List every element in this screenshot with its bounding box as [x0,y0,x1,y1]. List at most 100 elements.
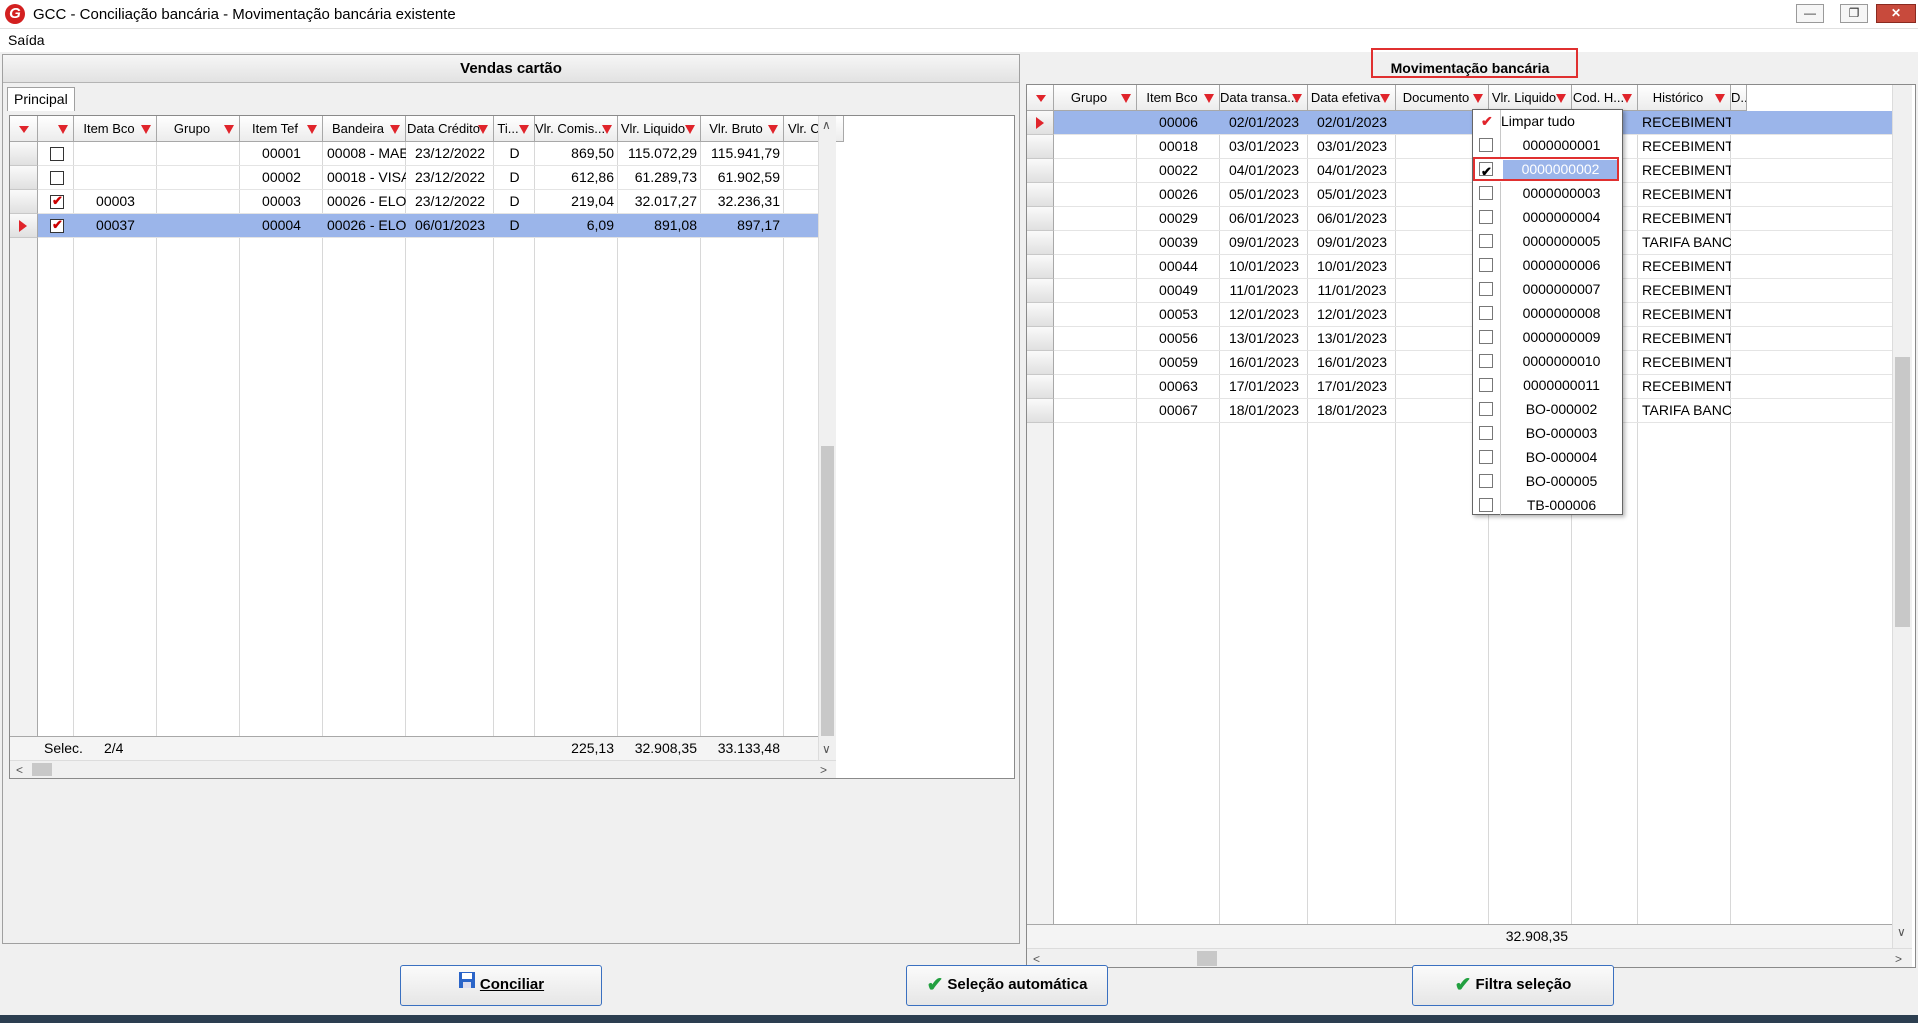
filter-option-checkbox[interactable] [1479,426,1493,440]
scroll-left-icon[interactable]: < [1033,952,1040,966]
filter-option[interactable]: 0000000008 [1473,302,1622,326]
column-header[interactable]: Grupo [1054,85,1137,111]
row-indicator[interactable] [1027,183,1054,207]
scroll-right-icon[interactable]: > [820,763,827,777]
column-header[interactable]: Item Bco [1137,85,1220,111]
scrollbar-thumb[interactable] [1197,951,1217,966]
filter-icon[interactable] [478,125,488,134]
filter-option-checkbox[interactable] [1479,354,1493,368]
filter-icon[interactable] [224,125,234,134]
restore-button[interactable]: ❐ [1840,4,1868,23]
row-indicator[interactable] [1027,327,1054,351]
row-indicator[interactable] [1027,279,1054,303]
filter-option[interactable]: 0000000003 [1473,182,1622,206]
filter-option[interactable]: BO-000005 [1473,470,1622,494]
tab-principal[interactable]: Principal [7,87,75,111]
column-header[interactable]: Vlr. Liquido [618,116,701,142]
row-indicator[interactable] [1027,207,1054,231]
filter-option-checkbox[interactable] [1479,450,1493,464]
filter-icon[interactable] [1622,94,1632,103]
filter-option-checkbox[interactable] [1479,378,1493,392]
column-header[interactable]: Grupo [157,116,240,142]
column-header[interactable]: Ti... [494,116,535,142]
row-indicator[interactable] [1027,255,1054,279]
row-indicator[interactable] [10,142,38,166]
row-indicator[interactable] [1027,303,1054,327]
column-header[interactable]: Vlr. Liquido [1489,85,1572,111]
filter-option[interactable]: 0000000005 [1473,230,1622,254]
filter-icon[interactable] [307,125,317,134]
filter-icon[interactable] [1556,94,1566,103]
row-indicator[interactable] [1027,351,1054,375]
vertical-scrollbar[interactable]: ∧ ∨ [818,116,836,760]
filter-option[interactable]: 0000000001 [1473,134,1622,158]
filter-option-checkbox[interactable] [1479,234,1493,248]
filter-icon[interactable] [685,125,695,134]
filter-option[interactable]: 0000000007 [1473,278,1622,302]
filter-option[interactable]: TB-000006 [1473,494,1622,518]
row-indicator[interactable] [1027,135,1054,159]
column-header[interactable]: Item Bco [74,116,157,142]
column-header[interactable]: Histórico [1638,85,1731,111]
filter-icon[interactable] [1380,94,1390,103]
filter-option[interactable]: 0000000010 [1473,350,1622,374]
table-row[interactable]: 00037 00004 00026 - ELO D... 06/01/2023 D 6,0… [38,214,820,238]
scroll-up-icon[interactable]: ∧ [822,118,831,132]
limpar-tudo-item[interactable]: ✔ Limpar tudo [1473,110,1622,134]
row-indicator[interactable] [1027,231,1054,255]
row-checkbox[interactable] [50,171,64,185]
row-indicator[interactable] [10,166,38,190]
scrollbar-thumb[interactable] [821,446,834,736]
filtra-selecao-button[interactable]: ✔ Filtra seleção [1412,965,1614,1006]
filter-option-checkbox[interactable] [1479,474,1493,488]
scrollbar-thumb[interactable] [1895,357,1910,627]
filter-option[interactable]: BO-000004 [1473,446,1622,470]
row-checkbox[interactable] [50,217,64,233]
filter-icon[interactable] [602,125,612,134]
row-indicator[interactable] [10,190,38,214]
table-row[interactable]: 00001 00008 - MAES... 23/12/2022 D 869,50 115… [38,142,820,166]
filter-option[interactable]: BO-000003 [1473,422,1622,446]
filter-option-checkbox[interactable] [1479,138,1493,152]
check-column-header[interactable] [38,116,74,142]
filter-option-checkbox[interactable] [1479,306,1493,320]
column-header[interactable]: Item Tef [240,116,323,142]
row-indicator[interactable] [10,214,38,238]
row-indicator[interactable] [1027,159,1054,183]
column-header-documento[interactable]: Documento [1396,85,1489,111]
filter-icon[interactable] [768,125,778,134]
row-checkbox[interactable] [50,193,64,209]
column-header[interactable]: Vlr. Comis... [535,116,618,142]
filter-option-checkbox[interactable] [1479,258,1493,272]
minimize-button[interactable]: — [1796,4,1824,23]
table-row[interactable]: 00003 00003 00026 - ELO D... 23/12/2022 D 219… [38,190,820,214]
menu-saida[interactable]: Saída [8,32,45,48]
filter-icon[interactable] [58,125,68,134]
conciliar-button[interactable]: Conciliar [400,965,602,1006]
column-header[interactable]: Data efetiva [1308,85,1396,111]
scroll-left-icon[interactable]: < [16,763,23,777]
select-all-header[interactable] [1027,85,1054,111]
row-indicator[interactable] [1027,111,1054,135]
scroll-right-icon[interactable]: > [1895,952,1902,966]
filter-option[interactable]: BO-000002 [1473,398,1622,422]
filter-option[interactable]: 0000000009 [1473,326,1622,350]
column-header[interactable]: Cod. H... [1572,85,1638,111]
scroll-down-icon[interactable]: ∨ [1897,925,1906,939]
column-header[interactable]: Bandeira [323,116,406,142]
column-header[interactable]: Vlr. Bruto [701,116,784,142]
row-indicator[interactable] [1027,375,1054,399]
filter-option-checkbox[interactable] [1479,210,1493,224]
table-row[interactable]: 00002 00018 - VISA ... 23/12/2022 D 612,86 61… [38,166,820,190]
filter-option-checkbox[interactable] [1479,498,1493,512]
active-filter-icon[interactable] [1473,94,1483,103]
filter-option-checkbox[interactable] [1479,330,1493,344]
filter-icon[interactable] [1204,94,1214,103]
row-checkbox[interactable] [50,147,64,161]
column-header[interactable]: D... [1731,85,1747,111]
column-header[interactable]: Data transa... [1220,85,1308,111]
filter-option[interactable]: 0000000011 [1473,374,1622,398]
vertical-scrollbar[interactable]: ∨ [1892,85,1912,948]
filter-icon[interactable] [1121,94,1131,103]
filter-icon[interactable] [390,125,400,134]
